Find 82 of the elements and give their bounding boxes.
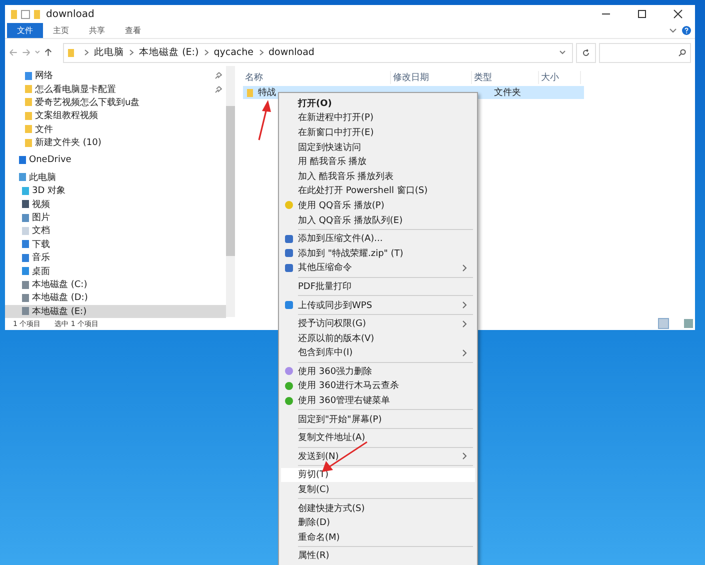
menu-item[interactable]: 加入 酷我音乐 播放列表 [281, 168, 475, 184]
column-header[interactable]: 大小 [539, 71, 581, 84]
pin-icon [215, 72, 222, 80]
menu-item[interactable]: 发送到(N) [281, 449, 475, 464]
breadcrumb[interactable]: 此电脑 [94, 46, 124, 59]
scrollbar[interactable] [226, 66, 235, 317]
breadcrumb[interactable]: qycache [214, 47, 254, 58]
quick-access-toolbar-icon[interactable] [11, 10, 40, 18]
ribbon-tab[interactable]: 文件 [7, 23, 43, 38]
ribbon-tab[interactable]: 主页 [43, 23, 79, 38]
nav-item[interactable]: 爱奇艺视频怎么下载到u盘 [5, 96, 226, 110]
annotation-arrow [256, 99, 272, 141]
nav-item[interactable]: 文件 [5, 122, 226, 136]
menu-item[interactable]: 还原以前的版本(V) [281, 330, 475, 346]
window-title: download [46, 8, 94, 20]
nav-item[interactable]: 本地磁盘 (D:) [5, 291, 226, 305]
maximize-icon[interactable] [637, 9, 647, 19]
nav-item[interactable]: 下载 [5, 238, 226, 252]
chevron-icon [84, 49, 90, 56]
nav-item[interactable]: OneDrive [5, 153, 226, 167]
nav-item[interactable]: 本地磁盘 (C:) [5, 278, 226, 292]
nav-item[interactable]: 本地磁盘 (E:) [5, 304, 226, 318]
menu-item[interactable]: 授予访问权限(G) [281, 316, 475, 331]
menu-item[interactable]: 复制(C) [281, 482, 475, 497]
chevron-icon [204, 49, 209, 56]
menu-item[interactable]: 使用 QQ音乐 播放(P) [281, 198, 475, 213]
menu-item[interactable]: 删除(D) [281, 515, 475, 530]
nav-item[interactable]: 怎么看电脑显卡配置 [5, 82, 226, 96]
menu-item[interactable]: PDF批量打印 [281, 279, 475, 294]
menu-item[interactable]: 打开(O) [281, 96, 475, 111]
pin-icon [215, 86, 222, 93]
menu-item[interactable]: 在新窗口中打开(E) [281, 125, 475, 140]
folder-icon [68, 48, 74, 56]
column-header[interactable]: 名称 [243, 71, 391, 84]
menu-item[interactable]: 在新进程中打开(P) [281, 110, 475, 126]
breadcrumb[interactable]: 本地磁盘 (E:) [139, 46, 199, 59]
nav-item[interactable]: 桌面 [5, 264, 226, 278]
refresh-icon [582, 48, 590, 56]
file-type: 文件夹 [493, 86, 521, 99]
search-field[interactable] [598, 42, 691, 62]
menu-item[interactable]: 添加到压缩文件(A)... [281, 231, 475, 246]
menu-item[interactable]: 其他压缩命令 [281, 260, 475, 276]
menu-item[interactable]: 固定到快速访问 [281, 140, 475, 154]
chevron-icon [129, 49, 134, 56]
menu-item[interactable]: 固定到"开始"屏幕(P) [281, 412, 475, 426]
menu-item[interactable]: 在此处打开 Powershell 窗口(S) [281, 184, 475, 198]
search-icon [678, 48, 686, 56]
menu-item[interactable]: 重命名(M) [281, 530, 475, 545]
nav-item[interactable]: 文档 [5, 224, 226, 238]
ribbon-tab[interactable]: 查看 [115, 23, 151, 38]
expand-ribbon-icon[interactable] [669, 28, 677, 34]
nav-item[interactable]: 新建文件夹 (10) [5, 136, 226, 150]
help-icon[interactable] [682, 26, 691, 35]
menu-item[interactable]: 复制文件地址(A) [281, 430, 475, 446]
address-bar[interactable]: 此电脑 本地磁盘 (E:) qycache download [63, 42, 574, 62]
ribbon-tab[interactable]: 共享 [79, 23, 115, 38]
dropdown-icon[interactable] [559, 50, 566, 55]
nav-item[interactable]: 音乐 [5, 251, 226, 264]
nav-item[interactable]: 视频 [5, 198, 226, 211]
file-name: 特战 [258, 86, 277, 99]
refresh-button[interactable] [576, 42, 596, 62]
menu-item[interactable]: 包含到库中(I) [281, 346, 475, 360]
chevron-icon [258, 49, 264, 56]
nav-item[interactable]: 图片 [5, 210, 226, 224]
menu-item[interactable]: 用 酷我音乐 播放 [281, 154, 475, 169]
column-header[interactable]: 类型 [472, 71, 539, 84]
menu-item[interactable]: 上传或同步到WPS [281, 298, 475, 312]
menu-item[interactable]: 创建快捷方式(S) [281, 500, 475, 516]
menu-item[interactable]: 添加到 "特战荣耀.zip" (T) [281, 246, 475, 261]
close-icon[interactable] [673, 9, 683, 19]
nav-item[interactable]: 3D 对象 [5, 184, 226, 198]
menu-item[interactable]: 属性(R) [281, 548, 475, 564]
column-header[interactable]: 修改日期 [391, 71, 472, 84]
nav-item[interactable]: 此电脑 [5, 170, 226, 184]
menu-item[interactable]: 使用 360进行木马云查杀 [281, 378, 475, 394]
folder-icon [247, 88, 253, 96]
menu-item[interactable]: 使用 360管理右键菜单 [281, 393, 475, 408]
menu-item[interactable]: 加入 QQ音乐 播放队列(E) [281, 212, 475, 228]
breadcrumb[interactable]: download [268, 47, 314, 58]
menu-item[interactable]: 使用 360强力删除 [281, 364, 475, 379]
nav-item[interactable]: 文案组教程视频 [5, 109, 226, 123]
nav-item[interactable]: 网络 [5, 69, 226, 82]
